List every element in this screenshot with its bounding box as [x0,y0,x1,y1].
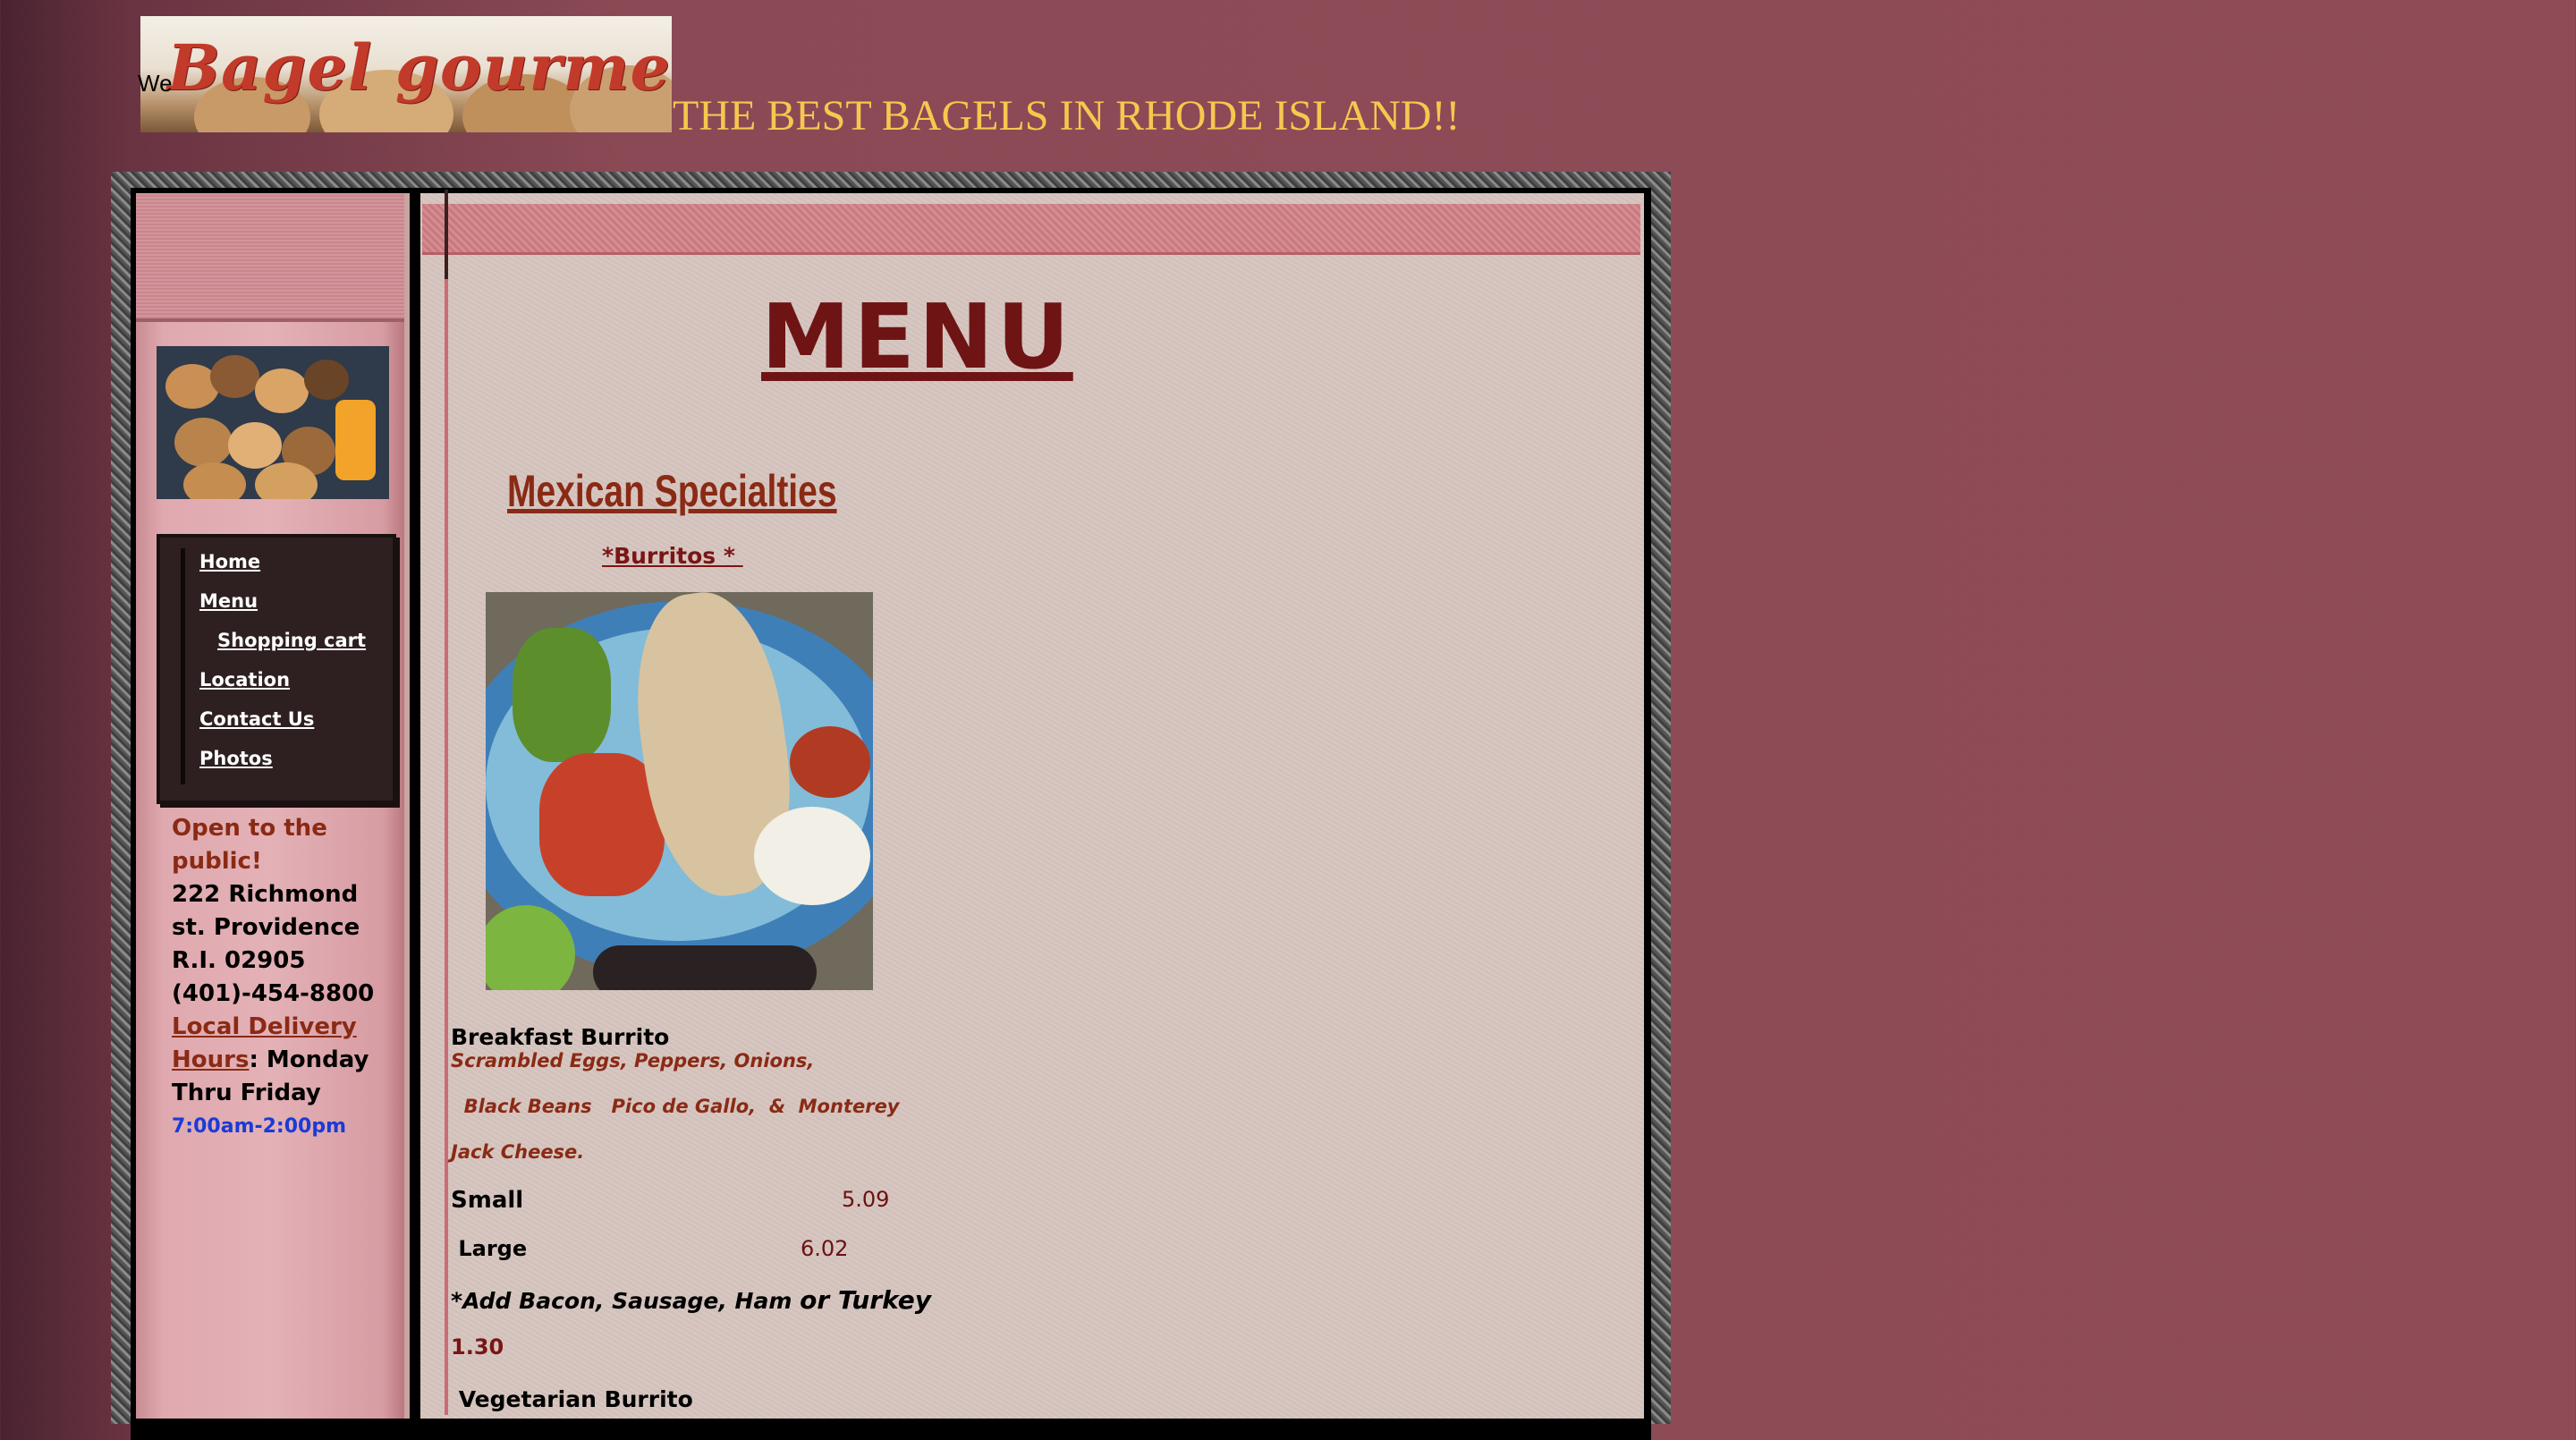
content-header-band [422,204,1640,255]
logo-text: Bagel gourmet cafe [167,30,672,105]
item-description-line: Scrambled Eggs, Peppers, Onions, [451,1050,815,1072]
content-left-rule-dark [445,190,448,279]
price-small: 5.09 [842,1187,890,1212]
open-public-text: Open to the public! [172,815,327,875]
nav-link-photos[interactable]: Photos [199,748,273,769]
section-title: Mexican Specialties [507,466,837,516]
subsection-title: *Burritos * [602,543,743,569]
addon-text: *Add Bacon, Sausage, Ham or Turkey [451,1285,931,1315]
delivery-info: Local Delivery Hours: Monday Thru Friday [172,1011,386,1110]
item-description-line: Jack Cheese. [451,1141,585,1163]
phone-text: (401)-454-8800 [172,980,375,1007]
item-description-line: Black Beans Pico de Gallo, & Monterey [451,1096,900,1117]
nav-links: Home Menu Shopping cart Location Contact… [157,534,389,797]
address-text: 222 Richmond st. Providence R.I. 02905 [172,881,360,974]
price-large: 6.02 [801,1236,849,1261]
item-name-breakfast-burrito: Breakfast Burrito [451,1024,670,1050]
site-logo[interactable]: Bagel gourmet cafe [140,16,672,132]
page-title: MENU [761,284,1073,389]
nav-link-contact-us[interactable]: Contact Us [199,708,314,730]
contact-info: Open to the public! 222 Richmond st. Pro… [172,812,386,1143]
nav-link-location[interactable]: Location [199,669,290,690]
bagel-platter-photo [157,346,389,499]
addon-items: Add Bacon, Sausage, Ham [462,1288,801,1314]
size-label-large: Large [451,1236,528,1261]
addon-suffix: or Turkey [800,1285,931,1315]
addon-asterisk: * [451,1288,463,1314]
welcome-text: We [138,70,173,97]
addon-price: 1.30 [451,1334,504,1360]
hours-text: 7:00am-2:00pm [172,1115,347,1138]
burrito-plate-photo [486,592,873,990]
tagline: THE BEST BAGELS IN RHODE ISLAND!! [673,92,1461,140]
nav-link-menu[interactable]: Menu [199,590,258,612]
item-name-vegetarian-burrito: Vegetarian Burrito [451,1386,693,1412]
nav-link-shopping-cart[interactable]: Shopping cart [217,630,366,651]
sidebar-header-band [136,193,404,322]
nav-link-home[interactable]: Home [199,551,260,572]
content-left-rule [445,190,448,1415]
size-label-small: Small [451,1187,524,1214]
